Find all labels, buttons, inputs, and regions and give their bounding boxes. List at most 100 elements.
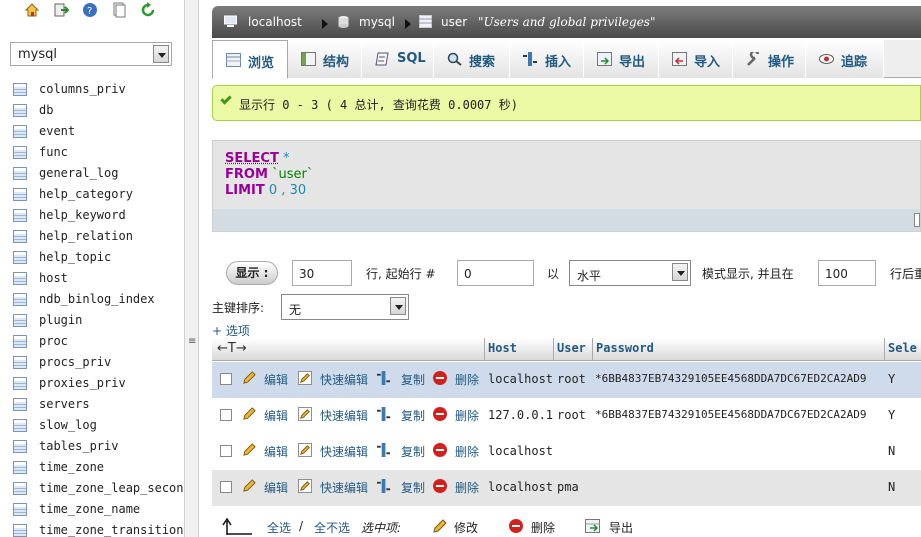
row-checkbox[interactable] [220,409,232,421]
breadcrumb-table[interactable]: user [441,15,467,29]
sidebar-table-name[interactable]: time_zone_transition [39,523,184,537]
column-header-password[interactable]: Password [596,341,654,355]
table-icon[interactable] [13,419,27,432]
sidebar-table-item[interactable]: time_zone [0,458,184,479]
delete-link[interactable]: 删除 [455,407,479,424]
table-icon[interactable] [13,503,27,516]
sidebar-table-item[interactable]: proc [0,332,184,353]
tab-structure[interactable]: 结构 [288,40,362,78]
tab-insert[interactable]: 插入 [510,40,584,78]
sidebar-table-item[interactable]: time_zone_transition [0,521,184,537]
delete-icon[interactable] [433,407,447,421]
column-header-host[interactable]: Host [488,341,517,355]
breadcrumb-database[interactable]: mysql [359,15,395,29]
unselect-all-link[interactable]: 全不选 [314,519,350,536]
edit-link[interactable]: 编辑 [264,407,288,424]
pencil-icon[interactable] [242,443,256,457]
table-icon[interactable] [13,293,27,306]
table-icon[interactable] [13,146,27,159]
sidebar-table-name[interactable]: proc [39,334,68,348]
chevron-down-icon[interactable] [153,45,169,63]
sidebar-table-item[interactable]: columns_priv [0,80,184,101]
sidebar-table-item[interactable]: servers [0,395,184,416]
sidebar-table-item[interactable]: db [0,101,184,122]
edit-link[interactable]: 编辑 [264,479,288,496]
sidebar-table-name[interactable]: db [39,103,53,117]
home-icon[interactable] [24,2,40,18]
sidebar-table-item[interactable]: help_keyword [0,206,184,227]
table-icon[interactable] [13,209,27,222]
quick-edit-icon[interactable] [298,443,312,457]
copy-icon[interactable] [377,443,391,457]
table-icon[interactable] [13,83,27,96]
row-checkbox[interactable] [220,445,232,457]
sidebar-table-item[interactable]: plugin [0,311,184,332]
sidebar-table-name[interactable]: plugin [39,313,82,327]
sidebar-table-name[interactable]: slow_log [39,418,97,432]
sidebar-table-name[interactable]: procs_priv [39,355,111,369]
sidebar-table-name[interactable]: time_zone [39,460,104,474]
sidebar-table-name[interactable]: event [39,124,75,138]
sidebar-table-item[interactable]: ndb_binlog_index [0,290,184,311]
tab-export[interactable]: 导出 [584,40,659,78]
sidebar-table-name[interactable]: general_log [39,166,118,180]
sidebar-table-name[interactable]: time_zone_leap_second [39,481,184,495]
sidebar-table-item[interactable]: time_zone_name [0,500,184,521]
quick-edit-icon[interactable] [298,371,312,385]
quick-edit-icon[interactable] [298,479,312,493]
pencil-icon[interactable] [242,479,256,493]
rows-per-page-input[interactable]: 30 [292,260,352,286]
sql-strip-toggle[interactable] [914,213,920,227]
sidebar-table-name[interactable]: help_topic [39,250,111,264]
quick-edit-link[interactable]: 快速编辑 [320,443,368,460]
table-icon[interactable] [13,461,27,474]
sidebar-table-item[interactable]: proxies_priv [0,374,184,395]
sidebar-table-name[interactable]: ndb_binlog_index [39,292,155,306]
sql-keyword-select[interactable]: SELECT [225,151,279,166]
quick-edit-link[interactable]: 快速编辑 [320,407,368,424]
sidebar-table-name[interactable]: proxies_priv [39,376,126,390]
sidebar-table-name[interactable]: columns_priv [39,82,126,96]
delete-link[interactable]: 删除 [455,443,479,460]
edit-link[interactable]: 编辑 [264,371,288,388]
table-icon[interactable] [13,398,27,411]
sidebar-table-item[interactable]: help_relation [0,227,184,248]
table-icon[interactable] [13,251,27,264]
edit-link[interactable]: 编辑 [264,443,288,460]
delete-link[interactable]: 删除 [455,479,479,496]
bulk-delete-button[interactable]: 删除 [531,519,555,536]
quick-edit-link[interactable]: 快速编辑 [320,371,368,388]
select-all-link[interactable]: 全选 [267,519,291,536]
sidebar-table-item[interactable]: event [0,122,184,143]
start-row-input[interactable]: 0 [457,260,534,286]
table-icon[interactable] [13,524,27,537]
sidebar-table-item[interactable]: func [0,143,184,164]
table-icon[interactable] [13,167,27,180]
pencil-icon[interactable] [432,519,447,534]
table-icon[interactable] [13,377,27,390]
copy-link[interactable]: 复制 [401,371,425,388]
sidebar-table-item[interactable]: tables_priv [0,437,184,458]
table-icon[interactable] [13,230,27,243]
chevron-down-icon[interactable] [672,263,688,281]
sidebar-table-item[interactable]: help_category [0,185,184,206]
sidebar-table-name[interactable]: func [39,145,68,159]
options-link[interactable]: + 选项 [212,322,250,339]
export-icon[interactable] [585,519,601,534]
sidebar-table-name[interactable]: time_zone_name [39,502,140,516]
table-icon[interactable] [13,335,27,348]
breadcrumb-server[interactable]: localhost [248,15,302,29]
bulk-edit-button[interactable]: 修改 [454,519,478,536]
sidebar-table-name[interactable]: help_relation [39,229,133,243]
tab-search[interactable]: 搜索 [434,40,510,78]
help-icon[interactable]: ? [82,2,98,18]
table-icon[interactable] [13,356,27,369]
tab-import[interactable]: 导入 [659,40,733,78]
delete-link[interactable]: 删除 [455,371,479,388]
delete-icon[interactable] [433,371,447,385]
show-button[interactable]: 显示 : [226,261,278,285]
copy-icon[interactable] [377,371,391,385]
copy-icon[interactable] [377,479,391,493]
sidebar-table-item[interactable]: slow_log [0,416,184,437]
sidebar-table-name[interactable]: servers [39,397,90,411]
